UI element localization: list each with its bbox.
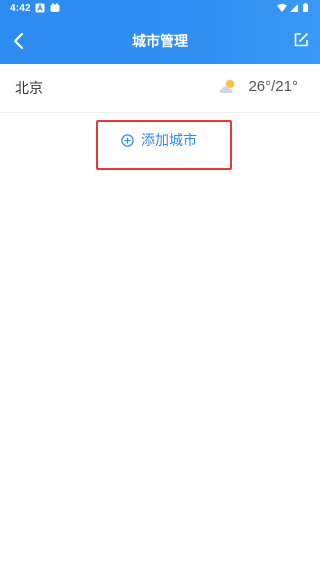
top-bar: 4:42 城市管理	[0, 0, 320, 64]
app-bar: 城市管理	[0, 20, 320, 62]
battery-icon	[303, 4, 308, 12]
edit-icon	[294, 33, 308, 47]
status-bar: 4:42	[0, 0, 320, 18]
page-title: 城市管理	[132, 34, 188, 50]
add-city-button[interactable]: 添加城市	[96, 120, 232, 170]
edit-button[interactable]	[290, 29, 312, 51]
signal-icon	[290, 4, 298, 12]
notification-app-icon	[50, 3, 60, 12]
system-status-icons	[277, 3, 308, 12]
city-temperature: 26°/21°	[248, 78, 298, 95]
screen: 4:42 城市管理 北京 26°/21° 添加城市	[0, 0, 320, 568]
city-name: 北京	[15, 81, 43, 97]
notification-a-icon	[35, 3, 45, 13]
wifi-icon	[277, 3, 287, 12]
plus-circle-icon	[121, 133, 134, 147]
add-city-content: 添加城市	[121, 130, 197, 150]
partly-cloudy-icon	[219, 79, 235, 93]
city-list-item[interactable]: 北京 26°/21°	[0, 64, 320, 113]
status-time: 4:42	[10, 3, 31, 14]
add-city-label: 添加城市	[141, 133, 197, 149]
